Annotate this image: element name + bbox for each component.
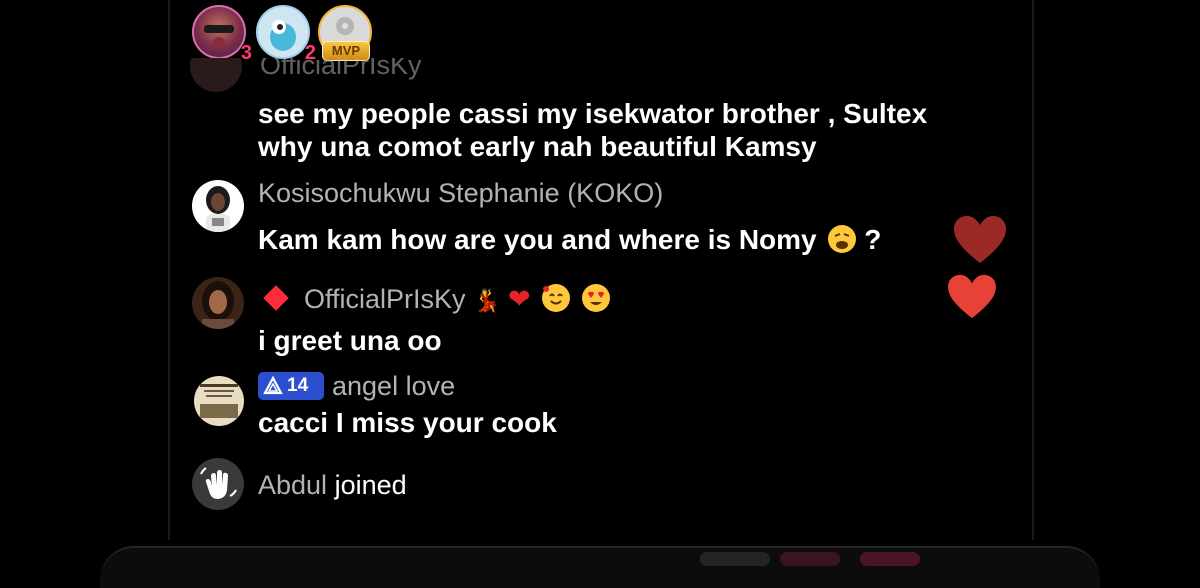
bottom-gift-button[interactable] (780, 552, 840, 566)
level-badge: 14 (258, 372, 324, 400)
comment-username-row[interactable]: OfficialPrIsKy 💃 ❤ (304, 284, 610, 316)
weary-face-icon (828, 225, 857, 253)
comment-username[interactable]: angel love (332, 371, 455, 401)
bottom-action-button[interactable] (700, 552, 770, 566)
viewer-avatar-1[interactable]: 3 (192, 5, 252, 64)
avatar[interactable] (190, 58, 242, 92)
level-number: 14 (287, 375, 309, 396)
wave-hand-icon (200, 467, 237, 499)
join-username[interactable]: Abdul (258, 470, 327, 500)
comment-text-line-1: see my people cassi my isekwator brother… (258, 98, 928, 129)
comment-username: OfficialPrIsKy (260, 58, 422, 80)
comment-username: OfficialPrIsKy (304, 284, 466, 314)
heart-icon (954, 216, 1006, 263)
join-event-text: Abdul joined (258, 470, 407, 500)
viewer-avatar-mvp[interactable]: MVP (318, 5, 372, 61)
dancer-icon: 💃 (473, 288, 501, 313)
comment-text: i greet una oo (258, 325, 442, 356)
heart-eyes-icon (581, 284, 610, 312)
heart-icon: ❤ (507, 284, 531, 314)
comment-text-body: Kam kam how are you and where is Nomy (258, 224, 817, 255)
heart-icon (948, 274, 996, 319)
bottom-input-bar[interactable] (100, 546, 1100, 588)
comment-text-line-2: why una comot early nah beautiful Kamsy (258, 131, 817, 162)
avatar[interactable] (194, 376, 244, 426)
comment-trailing-text: ? (864, 224, 882, 255)
bottom-heart-button[interactable] (860, 552, 920, 566)
comment-text: Kam kam how are you and where is Nomy ? (258, 224, 881, 256)
smiling-face-hearts-icon (542, 284, 571, 312)
avatar[interactable] (192, 277, 244, 329)
join-action: joined (334, 470, 407, 500)
avatar[interactable] (192, 180, 244, 232)
viewer-avatar-2[interactable]: 2 (256, 5, 316, 64)
join-event-icon (192, 458, 244, 510)
faded-comment-header: OfficialPrIsKy (190, 58, 1010, 96)
level-triangle-icon (263, 376, 283, 395)
comment-text: cacci I miss your cook (258, 407, 557, 438)
comment-username[interactable]: Kosisochukwu Stephanie (KOKO) (258, 178, 663, 208)
